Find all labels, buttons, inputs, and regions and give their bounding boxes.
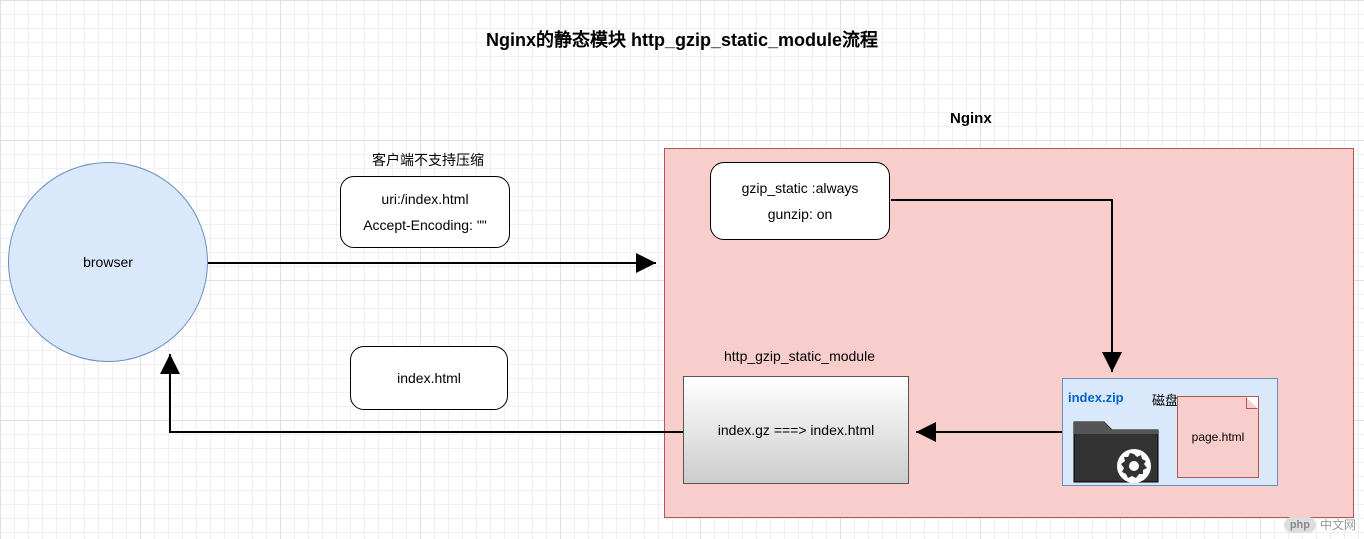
browser-label: browser [83,254,133,270]
watermark-pill: php [1284,517,1316,533]
diagram-title: Nginx的静态模块 http_gzip_static_module流程 [0,26,1364,52]
page-file-label: page.html [1192,430,1245,444]
request-accept-encoding: Accept-Encoding: "" [363,217,487,233]
request-uri: uri:/index.html [381,191,468,207]
watermark-text: 中文网 [1320,516,1356,533]
browser-node: browser [8,162,208,362]
nginx-config-box: gzip_static :always gunzip: on [710,162,890,240]
nginx-container-label: Nginx [950,110,992,127]
watermark: php 中文网 [1284,516,1356,533]
config-gunzip: gunzip: on [768,206,833,222]
response-label: index.html [397,370,461,386]
folder-icon [1072,404,1164,486]
module-transform-text: index.gz ===> index.html [718,422,874,438]
module-label: http_gzip_static_module [724,348,875,364]
response-box: index.html [350,346,508,410]
client-not-support-label: 客户端不支持压缩 [372,150,484,170]
disk-zip-label: index.zip [1068,390,1124,405]
page-file: page.html [1177,396,1259,478]
module-box: index.gz ===> index.html [683,376,909,484]
request-box: uri:/index.html Accept-Encoding: "" [340,176,510,248]
config-gzip-static: gzip_static :always [742,180,859,196]
